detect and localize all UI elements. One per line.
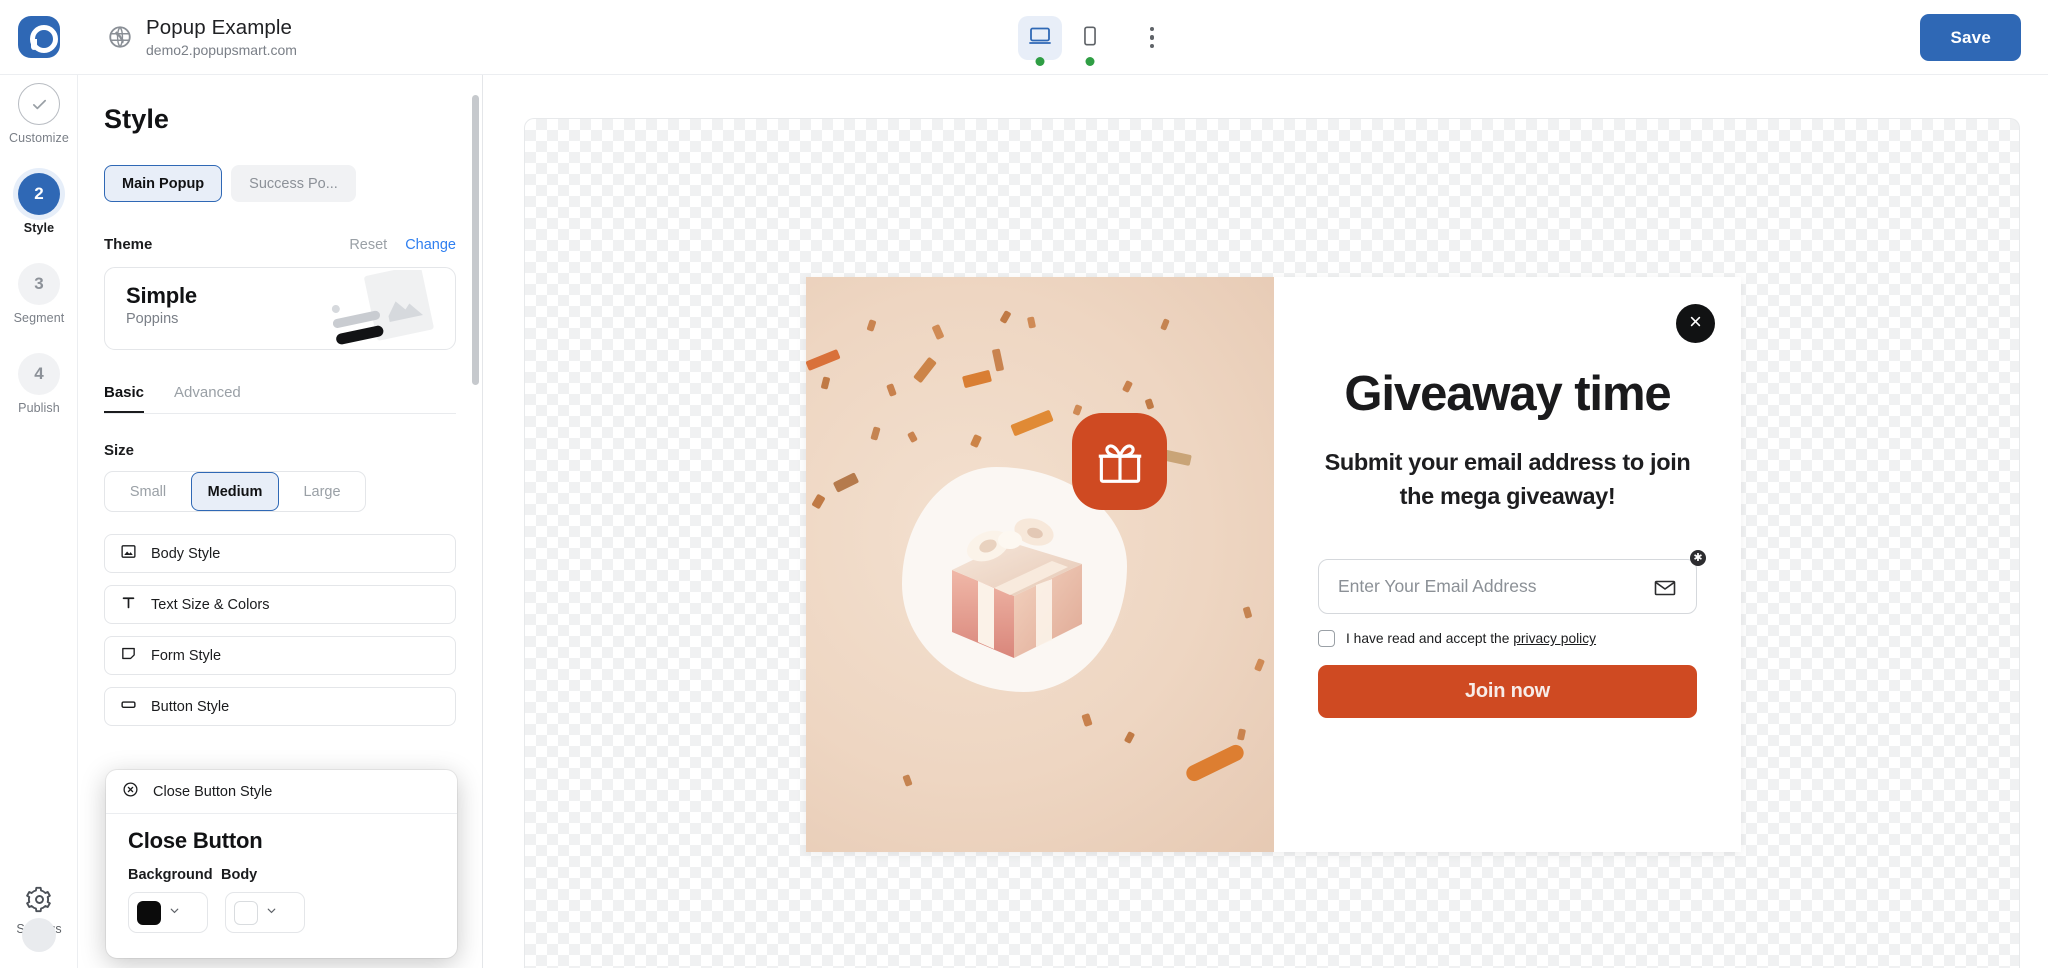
accordion-label: Body Style (151, 545, 221, 562)
button-rect-icon (120, 696, 137, 718)
privacy-policy-link[interactable]: privacy policy (1513, 631, 1596, 646)
popup-variant-tabs: Main Popup Success Po... (104, 165, 482, 202)
gear-icon (25, 886, 53, 917)
popup-visual-panel (806, 277, 1274, 852)
body-color-swatch (234, 900, 258, 925)
size-option-medium[interactable]: Medium (191, 472, 279, 511)
popupsmart-logo-icon (18, 16, 60, 58)
sidebar-item-label: Publish (18, 401, 60, 415)
form-note-icon (120, 645, 137, 667)
popup-close-button[interactable] (1676, 304, 1715, 343)
sidebar-item-label: Segment (13, 311, 65, 325)
theme-reset-link[interactable]: Reset (349, 237, 387, 253)
panel-title: Style (104, 104, 170, 134)
close-x-icon (1687, 313, 1704, 335)
sidebar-item-publish[interactable]: 4 Publish (0, 353, 78, 415)
close-button-style-popover: Close Button Style Close Button Backgrou… (106, 770, 457, 958)
close-circle-icon (122, 781, 139, 803)
mobile-preview-button[interactable] (1068, 16, 1112, 66)
tab-advanced[interactable]: Advanced (174, 384, 241, 413)
envelope-icon (1653, 576, 1677, 605)
submit-button[interactable]: Join now (1318, 665, 1697, 718)
chevron-down-icon (265, 904, 278, 922)
accordion-button-style[interactable]: Button Style (104, 687, 456, 726)
style-accordion-list: Body Style Text Size & Colors Form Style… (104, 534, 456, 726)
chevron-down-icon (168, 904, 181, 922)
size-label: Size (104, 442, 135, 459)
app-logo[interactable] (0, 0, 78, 75)
accordion-body-style[interactable]: Body Style (104, 534, 456, 573)
panel-scrollbar[interactable] (472, 95, 479, 385)
device-preview-toggle (1018, 0, 1172, 75)
required-field-marker: ✱ (1690, 550, 1706, 566)
popup-preview: Giveaway time Submit your email address … (806, 277, 1741, 852)
consent-row: I have read and accept the privacy polic… (1318, 630, 1697, 647)
site-url: demo2.popupsmart.com (146, 41, 297, 58)
sidebar-item-customize[interactable]: Customize (0, 83, 78, 145)
popover-heading: Close Button (128, 828, 263, 853)
popup-subheading: Submit your email address to join the me… (1324, 449, 1691, 509)
theme-section-header: Theme Reset Change (104, 236, 456, 253)
globe-icon (107, 24, 133, 50)
top-bar: Popup Example demo2.popupsmart.com Save (0, 0, 2048, 75)
size-selector: Small Medium Large (104, 471, 366, 512)
desktop-status-dot (1035, 56, 1045, 66)
page-title: Popup Example (146, 15, 293, 39)
sidebar-item-segment[interactable]: 3 Segment (0, 263, 78, 325)
size-option-small[interactable]: Small (105, 472, 191, 511)
theme-change-link[interactable]: Change (405, 237, 456, 253)
sidebar-item-settings[interactable]: Settings (0, 886, 78, 952)
accordion-form-style[interactable]: Form Style (104, 636, 456, 675)
accordion-label: Form Style (151, 647, 222, 664)
theme-label: Theme (104, 236, 153, 253)
more-vertical-icon[interactable] (1132, 18, 1172, 58)
popover-header[interactable]: Close Button Style (106, 770, 457, 814)
mobile-phone-icon (1079, 25, 1101, 50)
email-input[interactable] (1318, 559, 1697, 614)
tab-main-popup[interactable]: Main Popup (104, 165, 223, 202)
save-button[interactable]: Save (1920, 14, 2021, 61)
style-mode-tabs: Basic Advanced (104, 384, 456, 414)
sidebar-item-label: Style (23, 221, 55, 235)
accordion-label: Button Style (151, 698, 230, 715)
step-bubble-publish: 4 (18, 353, 60, 395)
background-color-picker[interactable] (128, 892, 208, 933)
theme-card[interactable]: Simple Poppins (104, 267, 456, 350)
popup-heading: Giveaway time (1344, 367, 1671, 421)
sidebar-item-label: Customize (9, 131, 69, 145)
gift-box-3d-illustration (932, 492, 1100, 662)
step-bubble-segment: 3 (18, 263, 60, 305)
text-t-icon (120, 594, 137, 616)
consent-label: I have read and accept the (1346, 631, 1510, 646)
desktop-monitor-icon (1028, 24, 1052, 51)
email-field-wrapper: ✱ (1318, 550, 1706, 614)
desktop-preview-button[interactable] (1018, 15, 1062, 66)
tab-success-popup[interactable]: Success Po... (231, 165, 356, 202)
popup-form-panel: Giveaway time Submit your email address … (1274, 277, 1741, 852)
app-root: Popup Example demo2.popupsmart.com Save … (0, 0, 2048, 968)
step-bubble-style: 2 (18, 173, 60, 215)
consent-text: I have read and accept the privacy polic… (1346, 631, 1596, 646)
site-identity: Popup Example demo2.popupsmart.com (107, 15, 297, 60)
rail-bottom-avatar[interactable] (22, 918, 56, 952)
theme-preview-thumbnail (309, 268, 449, 349)
size-option-large[interactable]: Large (279, 472, 365, 511)
consent-checkbox[interactable] (1318, 630, 1335, 647)
accordion-label: Text Size & Colors (151, 596, 270, 613)
accordion-text-size-colors[interactable]: Text Size & Colors (104, 585, 456, 624)
body-color-label: Body (221, 867, 258, 883)
tab-basic[interactable]: Basic (104, 384, 145, 413)
step-rail: Customize 2 Style 3 Segment 4 Publish Se… (0, 75, 78, 968)
background-color-label: Background (128, 867, 213, 883)
preview-canvas[interactable]: Giveaway time Submit your email address … (524, 118, 2020, 968)
sidebar-item-style[interactable]: 2 Style (0, 173, 78, 235)
background-color-swatch (137, 900, 161, 925)
mobile-status-dot (1085, 56, 1095, 66)
popover-header-label: Close Button Style (153, 783, 273, 800)
image-frame-icon (120, 543, 137, 565)
step-bubble-customize (18, 83, 60, 125)
body-color-picker[interactable] (225, 892, 305, 933)
gift-box-icon (1072, 413, 1167, 510)
